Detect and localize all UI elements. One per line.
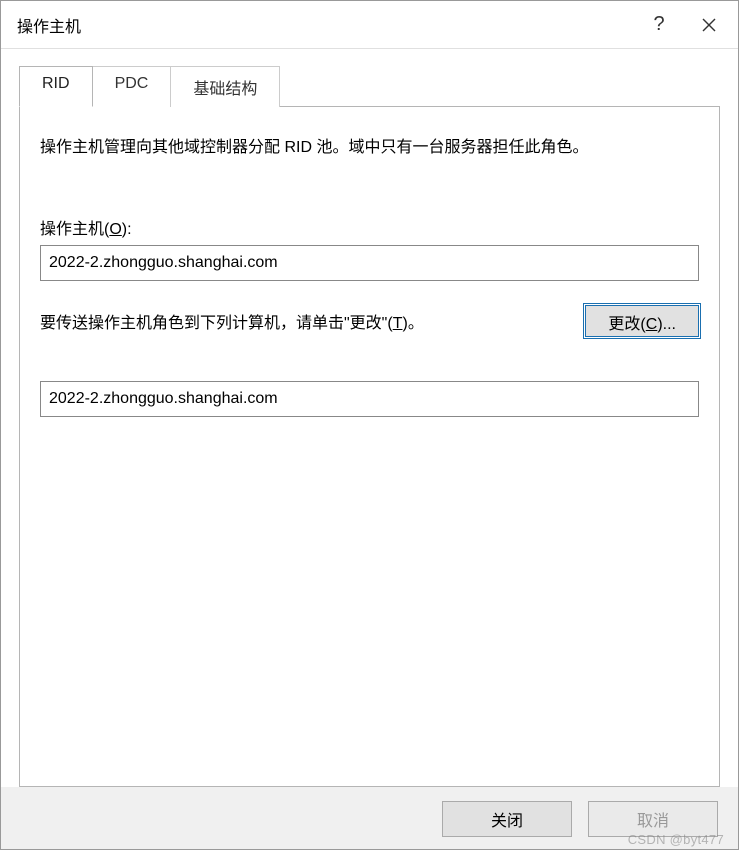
help-icon: ? (653, 13, 664, 36)
change-button[interactable]: 更改(C)... (585, 305, 699, 337)
dialog-button-bar: 关闭 取消 (1, 787, 738, 849)
transfer-row: 要传送操作主机角色到下列计算机，请单击"更改"(T)。 更改(C)... (40, 305, 699, 337)
dialog-title: 操作主机 (17, 13, 634, 37)
content-area: RID PDC 基础结构 操作主机管理向其他域控制器分配 RID 池。域中只有一… (1, 49, 738, 787)
help-button[interactable]: ? (634, 5, 684, 45)
close-window-button[interactable] (684, 5, 734, 45)
operations-master-dialog: 操作主机 ? RID PDC 基础结构 操作主机管理向其他域控制器分配 RID … (0, 0, 739, 850)
operations-master-value: 2022-2.zhongguo.shanghai.com (40, 245, 699, 281)
tab-infrastructure[interactable]: 基础结构 (170, 66, 280, 107)
titlebar: 操作主机 ? (1, 1, 738, 49)
tabstrip: RID PDC 基础结构 (19, 65, 720, 106)
close-button[interactable]: 关闭 (442, 801, 572, 837)
tab-rid[interactable]: RID (19, 66, 93, 107)
cancel-button: 取消 (588, 801, 718, 837)
close-icon (702, 18, 716, 32)
target-computer-value: 2022-2.zhongguo.shanghai.com (40, 381, 699, 417)
operations-master-label: 操作主机(O): (40, 215, 699, 239)
tab-panel-rid: 操作主机管理向其他域控制器分配 RID 池。域中只有一台服务器担任此角色。 操作… (19, 106, 720, 787)
role-description: 操作主机管理向其他域控制器分配 RID 池。域中只有一台服务器担任此角色。 (40, 135, 699, 161)
transfer-instruction: 要传送操作主机角色到下列计算机，请单击"更改"(T)。 (40, 309, 573, 333)
tab-pdc[interactable]: PDC (92, 66, 172, 107)
